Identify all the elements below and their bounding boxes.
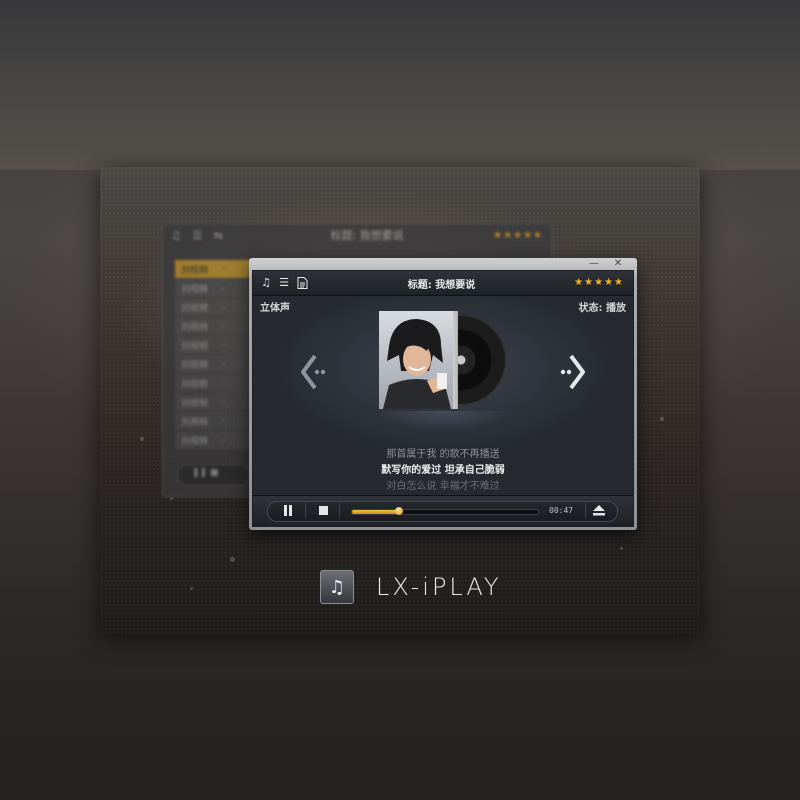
playlist-row[interactable]: 刘视频 -	[175, 298, 250, 316]
playlist-title: 标题: 我想要说	[330, 229, 404, 242]
player-toolbar: ♫ ☰	[253, 277, 340, 289]
prev-arrow-icon[interactable]	[301, 354, 331, 390]
star-icon[interactable]: ★	[584, 277, 593, 289]
playlist-titlebar: ♫ ☰ ⇆ 标题: 我想要说 ★★★★★	[163, 224, 551, 246]
playlist-row[interactable]: 刘视频 -	[175, 317, 250, 335]
playlist-list[interactable]: 刘视频 - 刘视频 - 刘视频 - 刘视频 - 刘视频 - 刘视频 - 刘视频 - 刘视频 - …	[175, 260, 250, 450]
playlist-row[interactable]: 刘视频 -	[175, 355, 250, 373]
bokeh-dot	[660, 417, 664, 421]
playlist-row[interactable]: 刘视频 -	[175, 431, 250, 449]
bokeh-dot	[230, 557, 235, 562]
divider	[339, 503, 340, 518]
brand-name: LX-iPLAY	[376, 573, 502, 601]
lyric-current: 默写你的爱过 坦承自己脆弱	[381, 465, 505, 476]
player-titlebar: ♫ ☰ 标题: 我想要说 ★ ★ ★ ★ ★	[253, 271, 633, 296]
playlist-toolbar-icons: ♫ ☰ ⇆	[171, 228, 227, 242]
bokeh-dot	[140, 437, 144, 441]
album-cover	[379, 311, 453, 409]
progress-bar[interactable]	[351, 507, 539, 515]
close-icon[interactable]: ✕	[611, 258, 625, 270]
star-icon[interactable]: ★	[604, 277, 613, 289]
playlist-row[interactable]: 刘视频 -	[175, 412, 250, 430]
minimize-icon[interactable]: —	[587, 258, 601, 270]
divider	[585, 503, 586, 518]
next-arrow-icon[interactable]	[555, 354, 585, 390]
elapsed-time: 00:47	[549, 506, 574, 515]
playlist-row[interactable]: 刘视频 -	[175, 336, 250, 354]
divider	[305, 503, 306, 518]
player-body: ♫ ☰ 标题: 我想要说 ★ ★ ★ ★ ★ 立体声 状态: 播放 那首属于我 …	[252, 270, 634, 527]
showcase-card: ♫ ☰ ⇆ 标题: 我想要说 ★★★★★ 刘视频 - 刘视频 - 刘视频 - 刘视频 -…	[100, 167, 700, 634]
lyrics-panel: 那首属于我 的歌不再播送 默写你的爱过 坦承自己脆弱 对白怎么说 幸福才不难过	[253, 447, 633, 495]
channel-label: 立体声	[260, 303, 290, 314]
star-icon[interactable]: ★	[594, 277, 603, 289]
playlist-row[interactable]: 刘视频 -	[175, 393, 250, 411]
transport-bar: 00:47	[253, 495, 633, 526]
bokeh-dot	[170, 497, 173, 500]
window-controls: — ✕	[587, 258, 625, 270]
eject-icon[interactable]	[591, 504, 607, 517]
music-note-icon: ♫	[320, 570, 354, 604]
music-note-icon[interactable]: ♫	[260, 277, 272, 289]
stop-icon[interactable]	[315, 504, 331, 517]
playlist-row[interactable]: 刘视频 -	[175, 279, 250, 297]
star-icon[interactable]: ★	[574, 277, 583, 289]
star-icon[interactable]: ★	[614, 277, 623, 289]
background-top	[0, 0, 800, 170]
player-window: — ✕ ♫ ☰ 标题: 我想要说 ★ ★ ★ ★ ★ 立体声 状态: 播放 那首…	[249, 258, 637, 530]
bokeh-dot	[620, 547, 623, 550]
list-icon[interactable]: ☰	[278, 277, 290, 289]
progress-knob[interactable]	[394, 507, 403, 515]
rating-stars[interactable]: ★ ★ ★ ★ ★	[543, 277, 633, 289]
playlist-row[interactable]: 刘视频 -	[175, 260, 250, 278]
cover-reflection	[373, 411, 513, 431]
playlist-row[interactable]: 刘视频 -	[175, 374, 250, 392]
pause-icon[interactable]	[280, 504, 296, 517]
progress-fill	[352, 510, 399, 514]
playlist-controls[interactable]	[177, 464, 249, 486]
document-icon[interactable]	[296, 277, 308, 289]
lyric-previous: 那首属于我 的歌不再播送	[386, 449, 500, 460]
track-title: 标题: 我想要说	[407, 279, 476, 291]
status-label: 状态: 播放	[578, 303, 626, 314]
lyric-next: 对白怎么说 幸福才不难过	[386, 481, 500, 492]
playlist-rating: ★★★★★	[493, 229, 543, 241]
brand: ♫ LX-iPLAY	[320, 570, 502, 604]
bokeh-dot	[190, 587, 193, 590]
